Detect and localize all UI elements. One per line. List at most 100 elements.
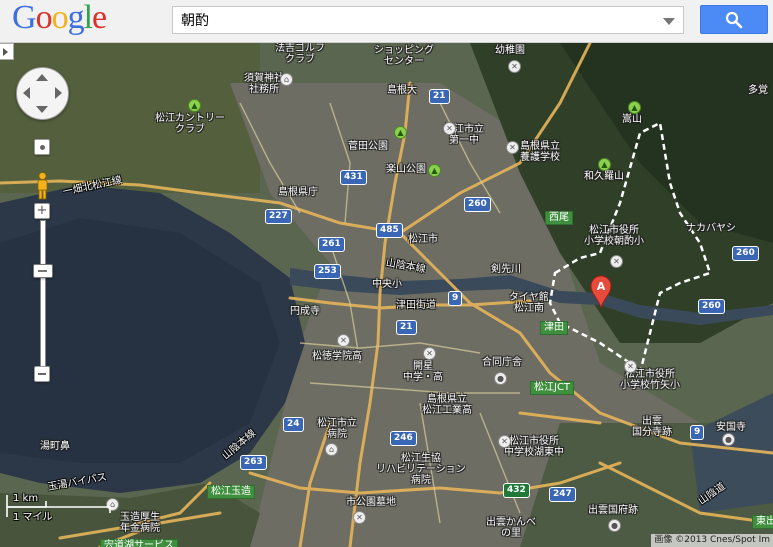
label-tire-kan: タイヤ館 松江南 <box>509 292 549 314</box>
route-shield: 431 <box>340 170 367 185</box>
dot-icon <box>40 145 45 150</box>
route-shield: 432 <box>503 483 530 498</box>
label-golf: 法吉ゴルフ クラブ <box>275 43 325 65</box>
route-shield: 485 <box>376 223 403 238</box>
poi-icon[interactable]: ✕ <box>506 141 519 154</box>
label-tsuda-kaido: 津田街道 <box>396 300 436 311</box>
label-kaga: 須賀神社 社務所 <box>244 73 284 95</box>
park-icon[interactable]: ▲ <box>188 99 201 112</box>
route-shield: 263 <box>240 455 267 470</box>
poi-icon[interactable]: ✕ <box>498 435 511 448</box>
poi-icon[interactable]: ⌂ <box>280 73 293 86</box>
pan-down-icon[interactable] <box>36 106 48 113</box>
route-shield: 21 <box>396 320 417 335</box>
pan-left-icon[interactable] <box>23 87 30 99</box>
route-shield: 253 <box>314 264 341 279</box>
park-icon[interactable]: ▲ <box>628 101 641 114</box>
label-kenshikawa: 剣先川 <box>491 264 521 275</box>
route-shield: 260 <box>698 299 725 314</box>
logo-letter: o <box>35 0 53 36</box>
label-kosei-hospital: 玉造厚生 年金病院 <box>120 512 160 534</box>
label-hoshiyama: 嵩山 <box>622 114 642 125</box>
label-service-area: 宍道湖サービス <box>100 539 178 547</box>
poi-icon[interactable]: ✕ <box>443 122 456 135</box>
svg-text:A: A <box>597 280 606 293</box>
poi-icon[interactable]: ✕ <box>624 360 637 373</box>
poi-icon[interactable]: ● <box>608 519 621 532</box>
map-canvas[interactable]: 法吉ゴルフ クラブ ショッピング センター 幼稚園 多覚 須賀神社 社務所 松江カント… <box>0 43 773 547</box>
label-kindergarten: 幼稚園 <box>495 45 525 56</box>
google-logo[interactable]: Google <box>12 0 107 36</box>
logo-letter: G <box>12 0 37 36</box>
label-technical-hs: 島根県立 松江工業高 <box>422 394 472 416</box>
search-button[interactable] <box>700 5 768 34</box>
location-marker-icon[interactable]: A <box>590 275 612 309</box>
label-nishio: 西尾 <box>545 211 573 225</box>
chevron-right-icon <box>3 48 8 56</box>
route-shield: 246 <box>390 431 417 446</box>
label-matsue-cc: 松江カントリー クラブ <box>155 113 225 135</box>
label-yumachi: 湯町鼻 <box>40 441 70 452</box>
label-asakumi-elementary: 松江市役所 小学校朝酌小 <box>584 225 644 247</box>
search-input[interactable] <box>173 7 653 33</box>
label-izumo-kanbe: 出雲かんべ の里 <box>486 517 536 539</box>
park-icon[interactable]: ▲ <box>394 126 407 139</box>
label-shopping: ショッピング センター <box>374 45 434 67</box>
zoom-slider-track[interactable] <box>40 220 46 367</box>
zoom-in-button[interactable]: + <box>34 203 50 219</box>
poi-icon[interactable]: ● <box>722 433 735 446</box>
poi-icon[interactable]: ✕ <box>508 60 521 73</box>
search-icon <box>725 11 743 29</box>
route-shield: 9 <box>690 425 705 440</box>
label-suga-park: 菅田公園 <box>348 141 388 152</box>
label-gyoho: 島根県立 養護学校 <box>520 141 560 163</box>
label-prefecture: 島根県庁 <box>278 187 318 198</box>
park-icon[interactable]: ▲ <box>428 164 441 177</box>
pan-right-icon[interactable] <box>55 87 62 99</box>
logo-letter: g <box>67 0 85 36</box>
poi-icon[interactable]: ● <box>494 372 507 385</box>
poi-icon[interactable]: ✕ <box>337 334 350 347</box>
label-shimane-univ: 島根大 <box>387 85 417 96</box>
dropdown-caret-icon[interactable] <box>663 18 675 25</box>
label-kotou-jhs: 松江市役所 中学校湖東中 <box>504 436 564 458</box>
scale-mile: 1 マイル <box>13 512 53 523</box>
label-enseiji: 円成寺 <box>290 306 320 317</box>
street-view-pegman-icon[interactable] <box>35 172 50 200</box>
label-godo-chosha: 合同庁舎 <box>482 357 522 368</box>
route-shield: 227 <box>265 209 292 224</box>
logo-letter: l <box>83 0 94 36</box>
label-matsue-tamatsukuri: 松江玉造 <box>207 485 255 499</box>
imagery-attribution: 画像 ©2013 Cnes/Spot Im <box>651 534 773 547</box>
collapse-panel-button[interactable] <box>0 43 14 60</box>
map-scale: 1 km 1 マイル <box>6 493 116 523</box>
poi-icon[interactable]: ✕ <box>353 511 366 524</box>
zoom-slider-thumb[interactable] <box>33 264 53 278</box>
poi-icon[interactable]: ⌂ <box>325 443 338 456</box>
poi-icon[interactable]: ✕ <box>423 347 436 360</box>
route-shield: 9 <box>448 291 463 306</box>
label-ankokuji: 安国寺 <box>716 422 746 433</box>
route-shield: 260 <box>732 246 759 261</box>
reset-view-button[interactable] <box>34 139 50 155</box>
label-nakabayashi: ナカバヤシ <box>686 223 736 234</box>
label-higashi: 東出 <box>752 515 773 529</box>
label-tako: 多覚 <box>748 85 768 96</box>
label-kaisei: 開星 中学・高 <box>403 361 443 383</box>
poi-icon[interactable]: ✕ <box>610 255 623 268</box>
label-matsue-jct: 松江JCT <box>530 381 575 395</box>
label-cemetery: 市公園墓地 <box>346 497 396 508</box>
logo-letter: o <box>51 0 69 36</box>
pan-up-icon[interactable] <box>36 74 48 81</box>
label-wakura: 和久羅山 <box>584 171 624 182</box>
pan-control[interactable] <box>16 67 69 120</box>
label-reha-hospital: 松江生協 リハビリテーション 病院 <box>376 453 466 486</box>
route-shield: 261 <box>318 237 345 252</box>
label-matsue-city: 松江市 <box>408 234 438 245</box>
zoom-out-button[interactable] <box>34 366 50 382</box>
scale-km: 1 km <box>13 493 39 504</box>
label-kokubunji: 出雲 国分寺跡 <box>632 416 672 438</box>
park-icon[interactable]: ▲ <box>598 158 611 171</box>
search-box <box>172 6 684 34</box>
label-tsuda-area: 津田 <box>540 321 568 335</box>
